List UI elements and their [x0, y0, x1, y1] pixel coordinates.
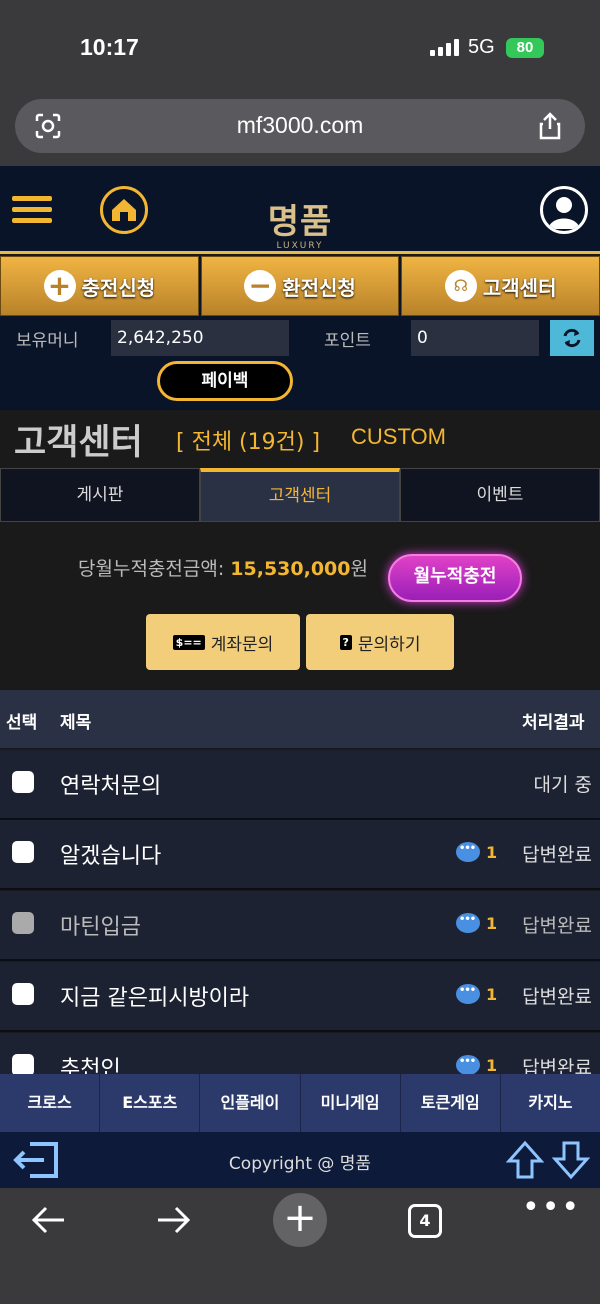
row-checkbox[interactable] [12, 841, 34, 863]
more-icon[interactable]: ••• [522, 1190, 581, 1225]
comment-count: 1 [456, 1055, 497, 1075]
url-bar[interactable]: mf3000.com [15, 99, 585, 153]
account-inquiry-button[interactable]: $== 계좌문의 [146, 614, 300, 670]
wallet-panel: 보유머니 2,642,250 포인트 0 페이백 [0, 316, 600, 410]
action-bar: + 충전신청 − 환전신청 ☊ 고객센터 [0, 256, 600, 316]
row-status: 답변완료 [522, 915, 592, 937]
browser-toolbar: + 4 ••• [0, 1188, 600, 1304]
row-title[interactable]: 지금 같은피시방이라 [60, 980, 249, 1012]
status-bar: 10:17 5G 80 [0, 0, 600, 92]
payback-button[interactable]: 페이백 [157, 361, 293, 401]
battery-icon: 80 [506, 38, 544, 58]
summary-panel: 당월누적충전금액: 15,530,000원 월누적충전 $== 계좌문의 ? 문… [0, 522, 600, 690]
tab-event[interactable]: 이벤트 [400, 468, 600, 522]
row-status: 답변완료 [522, 986, 592, 1008]
write-inquiry-button[interactable]: ? 문의하기 [306, 614, 454, 670]
nav-inplay[interactable]: 인플레이 [200, 1074, 301, 1132]
site-logo[interactable]: 명품 LUXURY [252, 172, 348, 252]
minus-icon: − [244, 270, 277, 302]
row-checkbox[interactable] [12, 983, 34, 1005]
list-header: 선택 제목 처리결과 [0, 690, 600, 748]
tab-bar: 게시판 고객센터 이벤트 [0, 468, 600, 522]
page-title-row: 고객센터 [ 전체 (19건) ] CUSTOM [0, 410, 600, 468]
row-title[interactable]: 마틴입금 [60, 909, 141, 941]
user-icon[interactable] [540, 186, 588, 234]
row-checkbox[interactable] [12, 1054, 34, 1076]
back-icon[interactable] [30, 1204, 66, 1236]
card-icon: $== [172, 634, 205, 650]
comment-icon [456, 1055, 480, 1075]
site-header: 명품 LUXURY [0, 166, 600, 254]
comment-count: 1 [456, 913, 497, 933]
site-footer: Copyright @ 명품 [0, 1132, 600, 1188]
withdraw-request-button[interactable]: − 환전신청 [200, 256, 400, 316]
url-text[interactable]: mf3000.com [15, 112, 585, 139]
table-row[interactable]: 연락처문의 대기 중 [0, 750, 600, 820]
comment-icon [456, 842, 480, 862]
browser-url-area: mf3000.com [0, 92, 600, 166]
comment-count: 1 [456, 984, 497, 1004]
scroll-down-icon[interactable] [552, 1140, 590, 1180]
nav-token-game[interactable]: 토큰게임 [401, 1074, 501, 1132]
clock: 10:17 [80, 34, 139, 60]
row-status: 대기 중 [533, 774, 592, 796]
nav-casino[interactable]: 카지노 [501, 1074, 600, 1132]
share-icon[interactable] [535, 111, 565, 141]
customer-center-button[interactable]: ☊ 고객센터 [401, 256, 600, 316]
tab-board[interactable]: 게시판 [0, 468, 200, 522]
menu-icon[interactable] [12, 196, 52, 229]
point-value: 0 [411, 320, 539, 356]
page-subtitle: CUSTOM [351, 424, 446, 449]
signal-icon [430, 38, 459, 56]
nav-esports[interactable]: E스포츠 [100, 1074, 201, 1132]
tabs-button[interactable]: 4 [408, 1204, 442, 1238]
header-result: 처리결과 [522, 713, 585, 733]
money-value: 2,642,250 [111, 320, 289, 356]
row-title[interactable]: 연락처문의 [60, 768, 161, 800]
forward-icon[interactable] [156, 1204, 192, 1236]
network-type: 5G [468, 36, 495, 58]
plus-icon: + [43, 270, 76, 302]
home-icon[interactable] [100, 186, 148, 234]
headset-icon: ☊ [444, 270, 477, 302]
nav-minigame[interactable]: 미니게임 [301, 1074, 401, 1132]
monthly-deposit-summary: 당월누적충전금액: 15,530,000원 [78, 558, 368, 580]
row-checkbox[interactable] [12, 771, 34, 793]
table-row[interactable]: 알겠습니다 1 답변완료 [0, 820, 600, 890]
plus-icon: + [283, 1195, 317, 1241]
table-row[interactable]: 지금 같은피시방이라 1 답변완료 [0, 962, 600, 1032]
monthly-deposit-amount: 15,530,000 [230, 558, 351, 580]
comment-icon [456, 913, 480, 933]
deposit-request-button[interactable]: + 충전신청 [0, 256, 199, 316]
comment-count: 1 [456, 842, 497, 862]
monthly-deposit-button[interactable]: 월누적충전 [388, 554, 522, 602]
point-label: 포인트 [324, 331, 371, 351]
money-label: 보유머니 [16, 331, 79, 351]
game-nav: 크로스 E스포츠 인플레이 미니게임 토큰게임 카지노 [0, 1074, 600, 1132]
new-tab-button[interactable]: + [273, 1193, 327, 1247]
page-title: 고객센터 [14, 423, 143, 463]
row-title[interactable]: 알겠습니다 [60, 838, 161, 870]
comment-icon [456, 984, 480, 1004]
table-row[interactable]: 마틴입금 1 답변완료 [0, 891, 600, 961]
row-status: 답변완료 [522, 844, 592, 866]
total-count: [ 전체 (19건) ] [176, 430, 321, 455]
scroll-up-icon[interactable] [506, 1140, 544, 1180]
nav-cross[interactable]: 크로스 [0, 1074, 101, 1132]
refresh-button[interactable] [550, 320, 594, 356]
row-checkbox[interactable] [12, 912, 34, 934]
header-select: 선택 [6, 713, 38, 733]
tab-customer-center[interactable]: 고객센터 [200, 468, 400, 522]
header-title: 제목 [60, 713, 92, 733]
refresh-icon [563, 328, 581, 348]
question-icon: ? [339, 634, 352, 650]
